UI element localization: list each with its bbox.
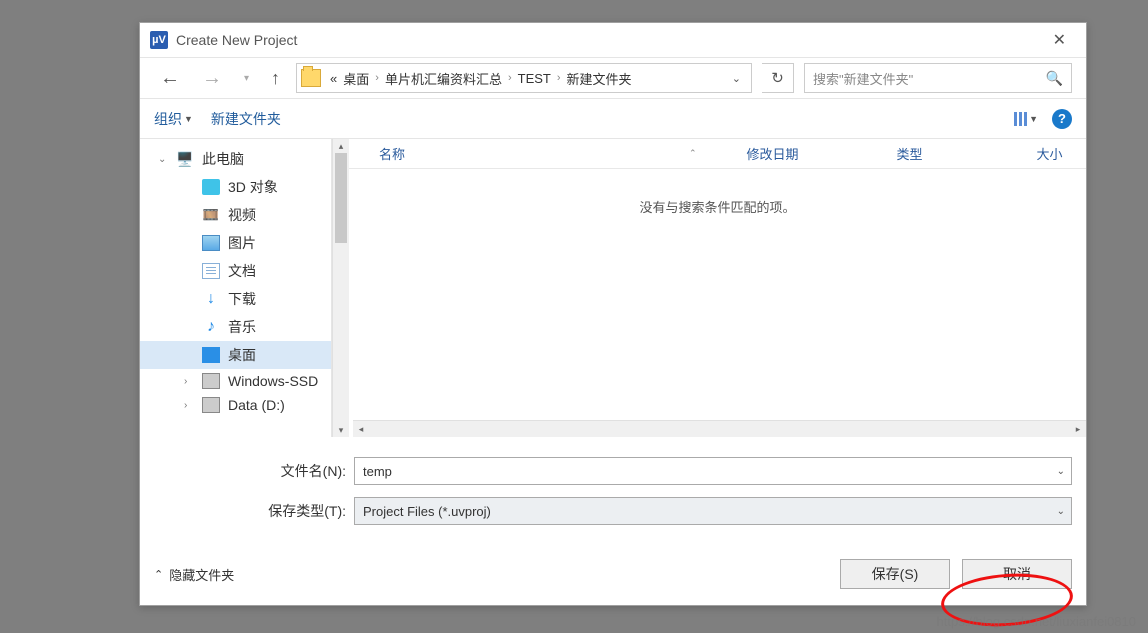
- chevron-right-icon: ›: [184, 376, 194, 387]
- column-name[interactable]: 名称: [369, 144, 649, 163]
- forward-button: →: [196, 65, 228, 92]
- save-dialog: µV Create New Project ✕ ← → ▾ ↑ « 桌面 › 单…: [139, 22, 1087, 606]
- chevron-down-icon: ⌄: [158, 154, 168, 165]
- chevron-right-icon: ›: [554, 72, 564, 84]
- watermark: https://blog.csdn.net/liuxianfei0810: [937, 614, 1136, 629]
- pc-icon: [176, 151, 194, 167]
- sidebar-item-down[interactable]: 下载: [140, 285, 331, 313]
- sidebar-item-label: 3D 对象: [228, 177, 278, 197]
- hide-folders-toggle[interactable]: ⌃ 隐藏文件夹: [154, 565, 234, 584]
- scroll-right-icon[interactable]: ▸: [1070, 421, 1086, 437]
- search-placeholder: 搜索"新建文件夹": [813, 69, 913, 88]
- sidebar: ⌄ 此电脑 3D 对象视频图片文档下载音乐桌面 › Windows-SSD › Data…: [140, 139, 332, 437]
- sidebar-item-label: 桌面: [228, 345, 256, 365]
- history-dropdown[interactable]: ▾: [238, 71, 255, 86]
- video-icon: [202, 207, 220, 223]
- column-type[interactable]: 类型: [887, 144, 1027, 163]
- scroll-down-icon[interactable]: ▾: [333, 423, 349, 437]
- breadcrumb-item[interactable]: 桌面: [340, 69, 372, 88]
- close-button[interactable]: ✕: [1043, 26, 1076, 54]
- scroll-up-icon[interactable]: ▴: [333, 139, 349, 153]
- sidebar-item-label: 图片: [228, 233, 256, 253]
- ssd-icon: [202, 373, 220, 389]
- back-button[interactable]: ←: [154, 65, 186, 92]
- sort-indicator-icon: ⌃: [649, 148, 737, 159]
- column-headers: 名称 ⌃ 修改日期 类型 大小: [349, 139, 1086, 169]
- sidebar-item-label: 文档: [228, 261, 256, 281]
- filename-label: 文件名(N):: [154, 461, 354, 481]
- sidebar-item-doc[interactable]: 文档: [140, 257, 331, 285]
- view-icon: [1014, 112, 1027, 126]
- organize-menu[interactable]: 组织▼: [154, 109, 193, 129]
- data-icon: [202, 397, 220, 413]
- folder-icon: [301, 69, 321, 87]
- column-size[interactable]: 大小: [1027, 144, 1086, 163]
- sidebar-scrollbar[interactable]: ▴ ▾: [332, 139, 349, 437]
- form-area: 文件名(N): temp ⌄ 保存类型(T): Project Files (*…: [140, 437, 1086, 537]
- sidebar-item-desk[interactable]: 桌面: [140, 341, 331, 369]
- sidebar-item-label: Data (D:): [228, 397, 285, 413]
- breadcrumb-item[interactable]: TEST: [515, 71, 554, 86]
- filename-input[interactable]: temp ⌄: [354, 457, 1072, 485]
- column-date[interactable]: 修改日期: [737, 144, 887, 163]
- sidebar-item-ssd[interactable]: › Windows-SSD: [140, 369, 331, 393]
- chevron-right-icon: ›: [372, 72, 382, 84]
- cancel-button[interactable]: 取消: [962, 559, 1072, 589]
- sidebar-item-label: 视频: [228, 205, 256, 225]
- sidebar-item-video[interactable]: 视频: [140, 201, 331, 229]
- search-icon: 🔍: [1046, 70, 1063, 87]
- scrollbar-thumb[interactable]: [335, 153, 347, 243]
- empty-message: 没有与搜索条件匹配的项。: [349, 169, 1086, 420]
- filetype-select[interactable]: Project Files (*.uvproj) ⌄: [354, 497, 1072, 525]
- chevron-down-icon[interactable]: ⌄: [1057, 466, 1065, 477]
- help-button[interactable]: ?: [1052, 109, 1072, 129]
- app-icon: µV: [150, 31, 168, 49]
- pic-icon: [202, 235, 220, 251]
- new-folder-button[interactable]: 新建文件夹: [211, 109, 281, 129]
- sidebar-item-3d[interactable]: 3D 对象: [140, 173, 331, 201]
- footer: ⌃ 隐藏文件夹 保存(S) 取消: [140, 537, 1086, 605]
- down-icon: [202, 291, 220, 307]
- navbar: ← → ▾ ↑ « 桌面 › 单片机汇编资料汇总 › TEST › 新建文件夹 …: [140, 57, 1086, 99]
- sidebar-item-this-pc[interactable]: ⌄ 此电脑: [140, 145, 331, 173]
- toolbar: 组织▼ 新建文件夹 ▼ ?: [140, 99, 1086, 139]
- chevron-right-icon: ›: [505, 72, 515, 84]
- sidebar-item-pic[interactable]: 图片: [140, 229, 331, 257]
- save-button[interactable]: 保存(S): [840, 559, 950, 589]
- chevron-down-icon[interactable]: ⌄: [1057, 506, 1065, 517]
- sidebar-item-label: Windows-SSD: [228, 373, 318, 389]
- filetype-label: 保存类型(T):: [154, 501, 354, 521]
- address-dropdown[interactable]: ⌄: [726, 72, 747, 85]
- breadcrumb-prefix: «: [327, 71, 340, 86]
- refresh-button[interactable]: ↻: [762, 63, 794, 93]
- breadcrumb-item[interactable]: 单片机汇编资料汇总: [382, 69, 505, 88]
- horizontal-scrollbar[interactable]: ◂ ▸: [353, 420, 1086, 437]
- sidebar-item-label: 下载: [228, 289, 256, 309]
- 3d-icon: [202, 179, 220, 195]
- titlebar: µV Create New Project ✕: [140, 23, 1086, 57]
- sidebar-item-data[interactable]: › Data (D:): [140, 393, 331, 417]
- music-icon: [202, 319, 220, 335]
- up-button[interactable]: ↑: [265, 66, 286, 91]
- file-list-pane: 名称 ⌃ 修改日期 类型 大小 没有与搜索条件匹配的项。 ◂ ▸: [349, 139, 1086, 437]
- window-title: Create New Project: [176, 32, 297, 48]
- scroll-left-icon[interactable]: ◂: [353, 421, 369, 437]
- chevron-up-icon: ⌃: [154, 568, 163, 581]
- doc-icon: [202, 263, 220, 279]
- address-bar[interactable]: « 桌面 › 单片机汇编资料汇总 › TEST › 新建文件夹 ⌄: [296, 63, 752, 93]
- chevron-right-icon: ›: [184, 400, 194, 411]
- breadcrumb-item[interactable]: 新建文件夹: [564, 69, 635, 88]
- search-input[interactable]: 搜索"新建文件夹" 🔍: [804, 63, 1072, 93]
- desk-icon: [202, 347, 220, 363]
- sidebar-item-music[interactable]: 音乐: [140, 313, 331, 341]
- sidebar-item-label: 音乐: [228, 317, 256, 337]
- view-menu[interactable]: ▼: [1014, 112, 1038, 126]
- sidebar-item-label: 此电脑: [202, 149, 244, 169]
